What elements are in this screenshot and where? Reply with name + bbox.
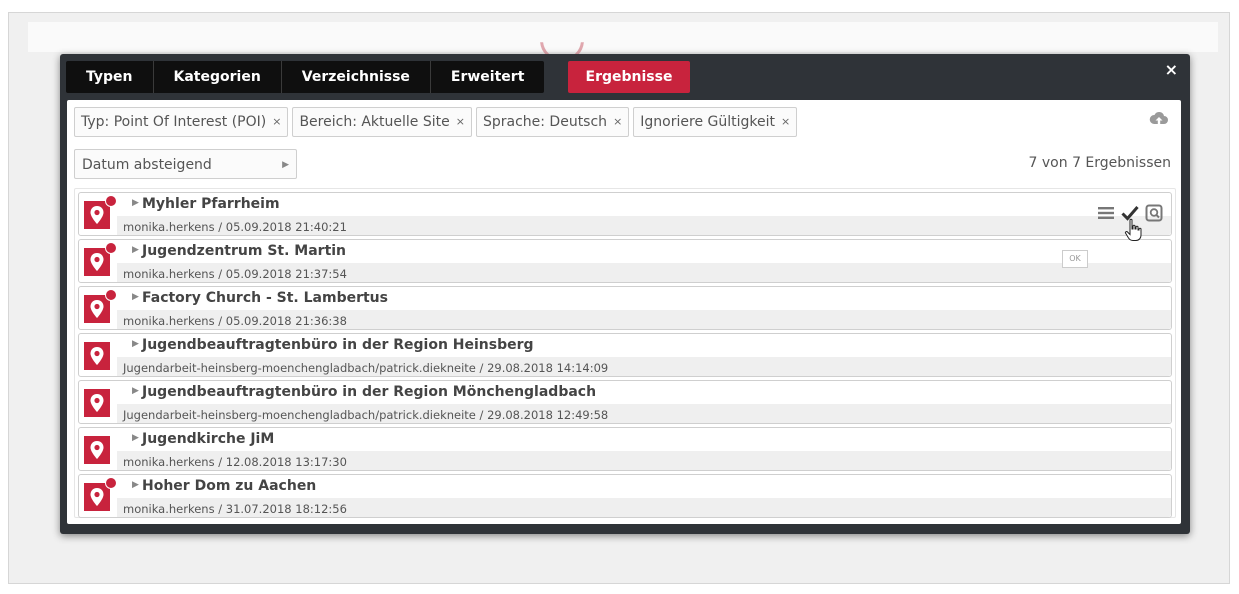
filter-chip-validity: Ignoriere Gültigkeit × (633, 107, 798, 137)
hand-cursor-icon (1124, 218, 1142, 241)
result-title: Factory Church - St. Lambertus (142, 290, 388, 306)
expand-caret-icon[interactable]: ▶ (132, 198, 139, 208)
result-meta: Jugendarbeit-heinsberg-moenchengladbach/… (123, 408, 609, 422)
preview-icon[interactable] (1145, 204, 1163, 222)
result-item[interactable]: ▶ Hoher Dom zu Aachen monika.herkens / 3… (78, 474, 1172, 518)
result-item[interactable]: ▶ Jugendkirche JiM monika.herkens / 12.0… (78, 427, 1172, 471)
changed-indicator (105, 477, 117, 489)
result-title: Jugendzentrum St. Martin (142, 243, 347, 259)
result-count: 7 von 7 Ergebnissen (1028, 155, 1171, 171)
result-title: Jugendbeauftragtenbüro in der Region Mön… (142, 384, 597, 400)
remove-filter-icon[interactable]: × (456, 107, 465, 137)
filter-chip-language: Sprache: Deutsch × (475, 107, 630, 137)
tab-verzeichnisse[interactable]: Verzeichnisse (282, 61, 431, 93)
map-pin-icon (84, 389, 110, 417)
close-button[interactable]: × (1165, 60, 1178, 79)
result-item[interactable]: ▶ Jugendbeauftragtenbüro in der Region H… (78, 333, 1172, 377)
changed-indicator (105, 195, 117, 207)
result-meta: monika.herkens / 05.09.2018 21:40:21 (123, 220, 347, 234)
expand-caret-icon[interactable]: ▶ (132, 292, 139, 302)
expand-caret-icon[interactable]: ▶ (132, 245, 139, 255)
filter-chip-type: Typ: Point Of Interest (POI) × (74, 107, 289, 137)
result-meta: Jugendarbeit-heinsberg-moenchengladbach/… (123, 361, 609, 375)
tab-erweitert[interactable]: Erweitert (431, 61, 544, 93)
menu-icon[interactable] (1097, 206, 1115, 220)
tab-kategorien[interactable]: Kategorien (154, 61, 282, 93)
expand-caret-icon[interactable]: ▶ (132, 386, 139, 396)
result-list: ▶ Myhler Pfarrheim monika.herkens / 05.0… (74, 188, 1176, 518)
result-title: Jugendkirche JiM (142, 431, 275, 447)
tab-typen[interactable]: Typen (66, 61, 154, 93)
filter-chip-label: Sprache: Deutsch (482, 114, 608, 130)
expand-caret-icon[interactable]: ▶ (132, 480, 139, 490)
filter-chip-label: Typ: Point Of Interest (POI) (81, 114, 267, 130)
changed-indicator (105, 289, 117, 301)
result-item[interactable]: ▶ Factory Church - St. Lambertus monika.… (78, 286, 1172, 330)
filter-chip-label: Ignoriere Gültigkeit (640, 114, 775, 130)
remove-filter-icon[interactable]: × (613, 107, 622, 137)
result-item[interactable]: ▶ Jugendzentrum St. Martin monika.herken… (78, 239, 1172, 283)
remove-filter-icon[interactable]: × (272, 107, 281, 137)
search-results-dialog: Typen Kategorien Verzeichnisse Erweitert… (60, 54, 1190, 534)
result-meta: monika.herkens / 05.09.2018 21:37:54 (123, 267, 347, 281)
expand-caret-icon[interactable]: ▶ (132, 433, 139, 443)
map-pin-icon (84, 436, 110, 464)
cloud-upload-icon[interactable] (1149, 110, 1169, 128)
result-meta: monika.herkens / 12.08.2018 13:17:30 (123, 455, 347, 469)
result-item[interactable]: ▶ Myhler Pfarrheim monika.herkens / 05.0… (78, 192, 1172, 236)
filter-chip-label: Bereich: Aktuelle Site (299, 114, 450, 130)
tab-ergebnisse[interactable]: Ergebnisse (568, 61, 690, 93)
map-pin-icon (84, 342, 110, 370)
changed-indicator (105, 242, 117, 254)
result-title: Myhler Pfarrheim (142, 196, 280, 212)
sort-arrow-icon: ▶ (282, 160, 289, 170)
expand-caret-icon[interactable]: ▶ (132, 339, 139, 349)
result-title: Jugendbeauftragtenbüro in der Region Hei… (142, 337, 534, 353)
result-title: Hoher Dom zu Aachen (142, 478, 317, 494)
background-header (28, 22, 1218, 52)
result-meta: monika.herkens / 31.07.2018 18:12:56 (123, 502, 347, 516)
sort-select[interactable]: Datum absteigend ▶ (74, 149, 297, 179)
filter-chips: Typ: Point Of Interest (POI) × Bereich: … (74, 107, 798, 137)
filter-chip-scope: Bereich: Aktuelle Site × (292, 107, 472, 137)
result-item[interactable]: ▶ Jugendbeauftragtenbüro in der Region M… (78, 380, 1172, 424)
result-meta: monika.herkens / 05.09.2018 21:36:38 (123, 314, 347, 328)
results-panel: Typ: Point Of Interest (POI) × Bereich: … (67, 100, 1181, 524)
ok-tooltip: OK (1062, 250, 1088, 268)
tab-bar: Typen Kategorien Verzeichnisse Erweitert (66, 61, 545, 93)
sort-value: Datum absteigend (82, 157, 212, 173)
remove-filter-icon[interactable]: × (781, 107, 790, 137)
